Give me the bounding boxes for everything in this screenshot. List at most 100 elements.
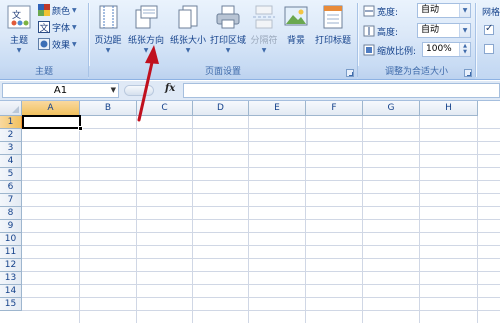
select-all-corner[interactable] — [0, 101, 22, 116]
gridline — [22, 206, 500, 207]
sheet-options-group: 网格 — [476, 0, 500, 80]
column-header-g[interactable]: G — [363, 101, 420, 116]
chevron-down-icon: ▼ — [72, 40, 77, 48]
theme-effects-button[interactable]: 效果 ▼ — [38, 37, 77, 51]
width-select[interactable]: 自动 ▼ — [417, 3, 471, 18]
formula-bar: A1 ▼ fx — [0, 81, 500, 101]
gridline — [22, 271, 500, 272]
gridline — [22, 154, 500, 155]
page-size-label: 纸张大小 — [169, 36, 206, 46]
row-header-5[interactable]: 5 — [0, 168, 22, 181]
height-label: 高度: — [377, 27, 399, 38]
gridline — [22, 310, 500, 311]
margins-icon — [99, 5, 118, 29]
row-header-4[interactable]: 4 — [0, 155, 22, 168]
gridline — [22, 128, 500, 129]
gridline — [22, 219, 500, 220]
background-image-icon — [284, 6, 308, 26]
gridline — [22, 258, 500, 259]
theme-effects-icon — [38, 38, 50, 50]
page-breaks-icon — [253, 5, 275, 29]
chevron-down-icon: ▼ — [261, 47, 267, 54]
chevron-down-icon: ▼ — [143, 47, 149, 54]
chevron-down-icon: ▼ — [72, 23, 77, 31]
theme-effects-label: 效果 — [52, 40, 71, 51]
spinner-arrows-icon[interactable]: ▲ ▼ — [459, 43, 470, 56]
chevron-down-icon: ▼ — [105, 47, 111, 54]
column-header-e[interactable]: E — [249, 101, 306, 116]
gridline — [22, 232, 500, 233]
scale-label: 缩放比例: — [377, 46, 417, 57]
page-setup-group: 页边距 ▼ 纸张方向 ▼ 纸张大小 ▼ 打印区域 ▼ 分隔符 ▼ 背景 打印标题… — [89, 0, 357, 80]
worksheet-grid[interactable]: A B C D E F G H 1 2 3 4 5 6 7 8 9 10 11 12 13 14 15 — [0, 101, 500, 323]
row-header-7[interactable]: 7 — [0, 194, 22, 207]
chevron-down-icon: ▼ — [185, 47, 191, 54]
row-header-13[interactable]: 13 — [0, 272, 22, 285]
column-header-d[interactable]: D — [193, 101, 249, 116]
row-header-11[interactable]: 11 — [0, 246, 22, 259]
formula-input[interactable] — [183, 83, 500, 98]
row-header-12[interactable]: 12 — [0, 259, 22, 272]
scale-to-fit-group: 宽度: 自动 ▼ 高度: 自动 ▼ 缩放比例: 100% ▲ ▼ 调整为合适大小 — [358, 0, 475, 80]
margins-label: 页边距 — [94, 36, 122, 46]
themes-group: 文 主题 ▼ 颜色 ▼ 文 字体 ▼ 效果 ▼ 主题 — [0, 0, 88, 80]
width-value: 自动 — [421, 5, 440, 15]
page-setup-group-label: 页面设置 — [89, 66, 357, 79]
width-icon — [363, 5, 375, 17]
scale-icon — [363, 44, 375, 56]
row-header-14[interactable]: 14 — [0, 285, 22, 298]
row-header-8[interactable]: 8 — [0, 207, 22, 220]
height-select[interactable]: 自动 ▼ — [417, 23, 471, 38]
background-label: 背景 — [286, 36, 305, 46]
column-header-c[interactable]: C — [137, 101, 193, 116]
svg-text:文: 文 — [12, 9, 21, 21]
row-header-10[interactable]: 10 — [0, 233, 22, 246]
scale-dialog-launcher-icon[interactable] — [464, 69, 472, 77]
chevron-down-icon: ▼ — [72, 6, 77, 14]
column-header-b[interactable]: B — [80, 101, 137, 116]
gridlines-view-checkbox[interactable] — [484, 23, 494, 35]
active-cell-a1[interactable] — [22, 115, 81, 129]
breaks-label: 分隔符 — [250, 36, 278, 46]
width-label: 宽度: — [377, 7, 399, 18]
row-header-3[interactable]: 3 — [0, 142, 22, 155]
chevron-down-icon[interactable]: ▼ — [459, 24, 470, 37]
theme-fonts-label: 字体 — [52, 23, 71, 34]
themes-icon: 文 — [7, 5, 31, 29]
column-header-h[interactable]: H — [420, 101, 478, 116]
theme-colors-label: 颜色 — [52, 6, 71, 17]
scale-spinner[interactable]: 100% ▲ ▼ — [422, 42, 471, 57]
formula-status-pill — [124, 85, 154, 96]
orientation-label: 纸张方向 — [127, 36, 164, 46]
gridline — [22, 245, 500, 246]
theme-colors-button[interactable]: 颜色 ▼ — [38, 3, 77, 17]
row-header-9[interactable]: 9 — [0, 220, 22, 233]
row-header-1[interactable]: 1 — [0, 116, 22, 129]
row-header-2[interactable]: 2 — [0, 129, 22, 142]
chevron-down-icon[interactable]: ▼ — [459, 4, 470, 17]
row-header-6[interactable]: 6 — [0, 181, 22, 194]
column-header-a[interactable]: A — [22, 101, 80, 116]
gridline — [22, 141, 500, 142]
page-setup-dialog-launcher-icon[interactable] — [346, 69, 354, 77]
theme-fonts-icon: 文 — [38, 21, 50, 33]
print-titles-label: 打印标题 — [314, 36, 351, 46]
chevron-down-icon[interactable]: ▼ — [111, 84, 116, 97]
row-header-15[interactable]: 15 — [0, 298, 22, 311]
gridlines-header: 网格 — [482, 4, 500, 18]
theme-fonts-button[interactable]: 文 字体 ▼ — [38, 20, 77, 34]
height-icon — [363, 25, 375, 37]
insert-function-icon[interactable]: fx — [165, 83, 175, 94]
page-size-icon — [178, 5, 198, 29]
orientation-icon — [135, 5, 158, 29]
formula-controls: fx — [121, 83, 183, 98]
print-area-label: 打印区域 — [209, 36, 246, 46]
column-header-f[interactable]: F — [306, 101, 363, 116]
fill-handle[interactable] — [78, 126, 83, 131]
theme-colors-icon — [38, 4, 50, 16]
gridlines-print-checkbox[interactable] — [484, 44, 494, 54]
gridline — [22, 193, 500, 194]
name-box[interactable]: A1 ▼ — [2, 83, 119, 98]
chevron-down-icon: ▼ — [225, 47, 231, 54]
printer-icon — [216, 5, 240, 29]
